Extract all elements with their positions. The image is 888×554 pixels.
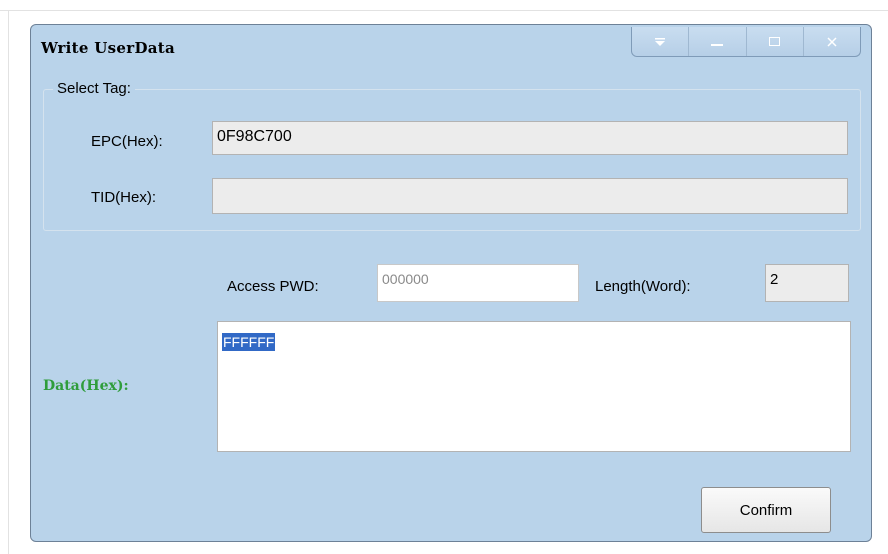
dropdown-button[interactable] (632, 27, 690, 56)
maximize-button[interactable] (747, 27, 804, 56)
length-word-label: Length(Word): (595, 278, 691, 295)
data-hex-value: FFFFFF (222, 333, 276, 351)
window-title: Write UserData (41, 39, 176, 57)
minimize-button[interactable] (689, 27, 747, 56)
length-word-field[interactable]: 2 (765, 264, 849, 302)
access-pwd-field[interactable]: 000000 (377, 264, 579, 302)
data-hex-label: Data(Hex): (43, 378, 129, 394)
tid-label: TID(Hex): (91, 189, 156, 206)
maximize-icon (769, 37, 781, 46)
tid-field[interactable] (212, 178, 848, 214)
access-pwd-label: Access PWD: (227, 278, 319, 295)
outer-frame-top (0, 10, 888, 11)
write-userdata-dialog: Write UserData Select Tag: EPC(Hex): 0F9… (30, 24, 872, 542)
select-tag-legend: Select Tag: (53, 80, 135, 97)
close-button[interactable] (804, 27, 860, 56)
window-controls (631, 27, 861, 57)
close-icon (827, 36, 837, 47)
data-hex-textarea[interactable]: FFFFFF (217, 321, 851, 452)
outer-frame-left (8, 10, 9, 554)
confirm-button[interactable]: Confirm (701, 487, 831, 533)
epc-field[interactable]: 0F98C700 (212, 121, 848, 155)
chevron-down-icon (655, 37, 666, 46)
minimize-icon (711, 43, 724, 46)
epc-label: EPC(Hex): (91, 133, 163, 150)
